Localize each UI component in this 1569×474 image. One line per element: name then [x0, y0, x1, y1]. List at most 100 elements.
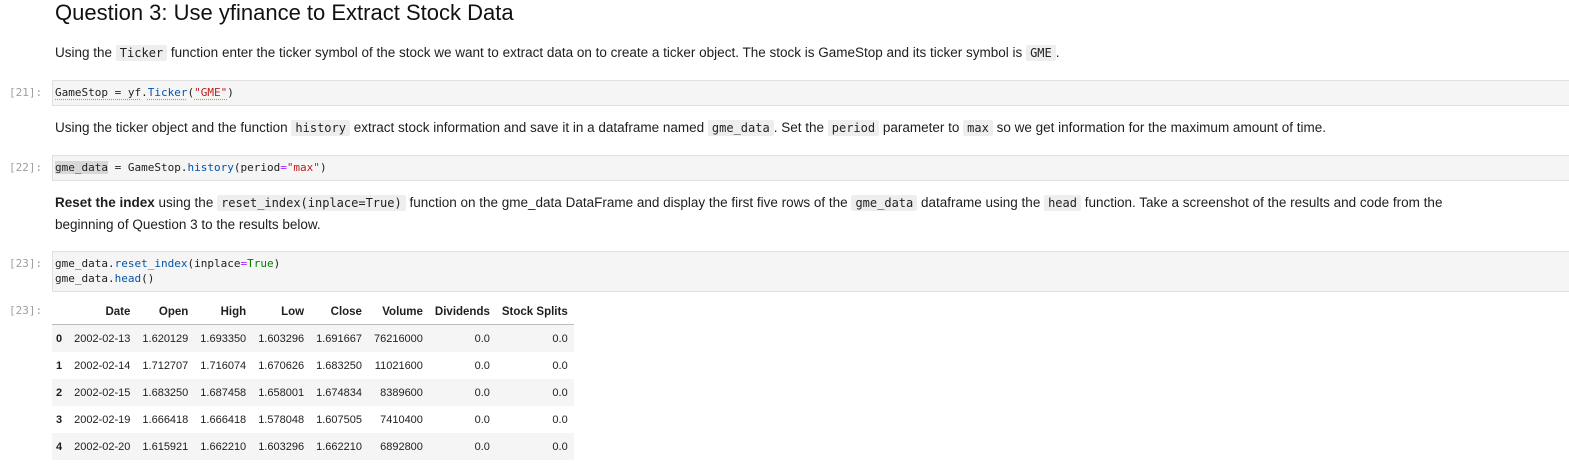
code-token: (period	[233, 161, 281, 174]
table-cell: 7410400	[380, 413, 423, 426]
table-cell: 1.716074	[200, 359, 247, 372]
code-token-var: GameStop	[55, 86, 108, 99]
table-cell: 1.693350	[194, 324, 253, 352]
table-cell: 6892800	[367, 433, 429, 460]
markdown-cell-history-instructions: Using the ticker object and the function…	[55, 117, 1326, 139]
code-token-var-selected: gme_data	[55, 161, 108, 174]
code-token: )	[273, 257, 281, 270]
column-header: Volume	[367, 300, 429, 325]
code-cell-22[interactable]: gme_data = GameStop.history(period="max"…	[52, 155, 1569, 181]
column-header: High	[194, 300, 253, 325]
inline-code-gme-data: gme_data	[851, 195, 918, 211]
markdown-cell-reset-index-instructions: Reset the index using the reset_index(in…	[55, 192, 1529, 235]
table-row: 1 2002-02-14 1.712707 1.716074 1.670626 1.683…	[52, 352, 574, 379]
table-cell: 0.0	[552, 413, 568, 426]
question-heading: Question 3: Use yfinance to Extract Stoc…	[55, 0, 514, 25]
table-cell: 1.666418	[142, 413, 189, 426]
table-cell: 1.578048	[258, 413, 305, 426]
code-token-object: gme_data.	[55, 272, 115, 285]
code-token-object: gme_data.	[55, 257, 115, 270]
row-index-cell: 0	[52, 324, 69, 352]
column-header: Date	[68, 300, 137, 325]
table-cell: 0.0	[474, 359, 490, 372]
text: function on the gme_data DataFrame and d…	[405, 195, 852, 210]
table-cell: 1.674834	[310, 379, 368, 406]
table-cell: 1.615921	[136, 433, 195, 460]
table-row: 3 2002-02-19 1.666418 1.666418 1.578048 1.607…	[52, 406, 574, 433]
row-index-cell: 4	[52, 433, 69, 460]
table-cell: 1.607505	[316, 413, 362, 426]
text: parameter to	[879, 120, 964, 135]
dataframe-output-table: Date Open High Low Close Volume Dividends Stock…	[52, 300, 574, 460]
text: . Set the	[773, 120, 828, 135]
bold-text: Reset the index	[55, 195, 155, 210]
text: function enter the ticker symbol of the …	[167, 45, 1027, 60]
table-cell: 1.712707	[142, 359, 189, 372]
table-row: 2 2002-02-15 1.683250 1.687458 1.658001 1.674…	[52, 379, 574, 406]
text: .	[1055, 45, 1060, 60]
code-token-keyword: True	[247, 257, 274, 270]
code-token: )	[227, 86, 234, 99]
code-cell-23[interactable]: gme_data.reset_index(inplace=True) gme_d…	[52, 251, 1569, 292]
inline-code-reset-index: reset_index(inplace=True)	[217, 195, 406, 211]
table-cell: 1.670626	[258, 359, 305, 372]
text: Using the ticker object and the function	[55, 120, 292, 135]
text: using the	[154, 195, 218, 210]
table-cell: 1.603296	[252, 324, 311, 352]
code-token: (inplace	[187, 257, 241, 270]
table-cell: 2002-02-19	[74, 413, 131, 426]
cell-prompt-21: [21]:	[9, 86, 43, 99]
table-cell: 2002-02-15	[68, 379, 137, 406]
text: Using the	[55, 45, 116, 60]
code-line: GameStop = yf.Ticker("GME")	[55, 86, 234, 99]
inline-code-gme-data: gme_data	[707, 120, 774, 136]
table-cell: 0.0	[428, 379, 496, 406]
code-token-op: =	[107, 161, 128, 174]
code-line: gme_data = GameStop.history(period="max"…	[55, 161, 327, 174]
table-cell: 0.0	[428, 324, 496, 352]
inline-code-ticker: Ticker	[115, 45, 168, 61]
code-line: gme_data.reset_index(inplace=True)	[55, 257, 280, 270]
inline-code-history: history	[291, 120, 350, 136]
table-cell: 2002-02-13	[68, 324, 137, 352]
table-cell: 1.687458	[194, 379, 253, 406]
markdown-cell-ticker-instructions: Using the Ticker function enter the tick…	[55, 42, 1060, 64]
table-header-row: Date Open High Low Close Volume Dividends Stock…	[52, 300, 574, 325]
column-header: Low	[252, 300, 311, 325]
code-token-function: head	[114, 272, 142, 285]
cell-prompt-23: [23]:	[9, 257, 43, 270]
inline-code-period: period	[827, 120, 880, 136]
column-header: Open	[136, 300, 195, 325]
inline-code-gme: GME	[1026, 45, 1056, 61]
table-cell: 0.0	[495, 324, 574, 352]
table-row: 4 2002-02-20 1.615921 1.662210 1.603296 1.662…	[52, 433, 574, 460]
paragraph-line: Reset the index using the reset_index(in…	[55, 192, 1529, 214]
column-header: Dividends	[428, 300, 496, 325]
table-cell: 0.0	[428, 433, 496, 460]
inline-code-head: head	[1044, 195, 1081, 211]
table-cell: 0.0	[495, 379, 574, 406]
code-token-function: history	[187, 161, 234, 174]
table-body: 0 2002-02-13 1.620129 1.693350 1.603296 1.691…	[52, 324, 574, 460]
table-cell: 1.683250	[136, 379, 195, 406]
text: extract stock information and save it in…	[349, 120, 708, 135]
table-cell: 1.603296	[252, 433, 311, 460]
code-token-function: reset_index	[114, 257, 188, 270]
code-token: ()	[141, 272, 155, 285]
table-cell: 0.0	[474, 413, 490, 426]
column-header: Stock Splits	[495, 300, 574, 325]
code-token-object: GameStop.	[127, 161, 188, 174]
table-cell: 8389600	[367, 379, 429, 406]
cell-prompt-22: [22]:	[9, 161, 43, 174]
column-header: Close	[310, 300, 368, 325]
output-prompt-23: [23]:	[9, 304, 43, 317]
table-cell: 1.662210	[194, 433, 253, 460]
table-cell: 1.666418	[200, 413, 247, 426]
code-cell-21[interactable]: GameStop = yf.Ticker("GME")	[52, 80, 1569, 106]
code-line: gme_data.head()	[55, 272, 154, 285]
table-cell: 1.620129	[136, 324, 195, 352]
table-cell: 1.691667	[310, 324, 368, 352]
table-cell: 2002-02-14	[74, 359, 131, 372]
table-row: 0 2002-02-13 1.620129 1.693350 1.603296 1.691…	[52, 324, 574, 352]
table-cell: 1.662210	[310, 433, 368, 460]
